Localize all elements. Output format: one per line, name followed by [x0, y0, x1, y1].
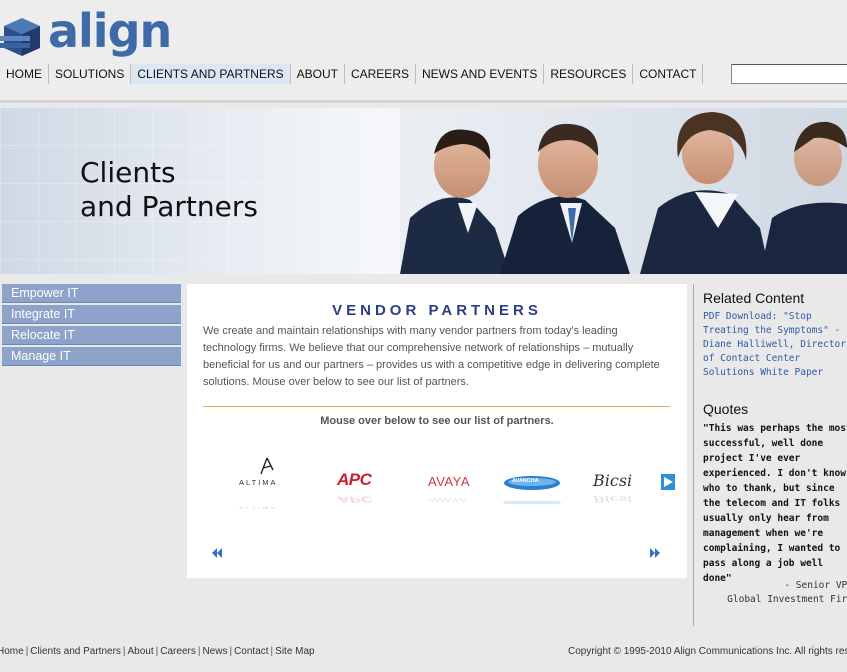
quote-attribution-title: - Senior VP, — [784, 580, 847, 591]
footer-link-careers[interactable]: Careers — [160, 646, 196, 657]
related-content-link[interactable]: PDF Download: "Stop Treating the Symptom… — [703, 310, 847, 380]
banner-title-line2: and Partners — [80, 190, 258, 223]
main-nav: HOME SOLUTIONS CLIENTS AND PARTNERS ABOU… — [0, 64, 704, 84]
carousel-prev-button[interactable] — [211, 546, 223, 562]
vendor-avaya-reflection: AVAYA — [428, 496, 468, 505]
vendor-next-partial[interactable] — [661, 452, 675, 512]
vendor-bicsi-label: Bicsi — [593, 471, 633, 490]
footer-links: Home | Clients and Partners | About | Careers |… — [0, 646, 315, 657]
vendor-altima-reflection: ALTIMA — [239, 505, 278, 511]
nav-solutions[interactable]: SOLUTIONS — [49, 64, 132, 84]
customer-quote: "This was perhaps the most successful, w… — [703, 423, 847, 584]
side-menu-empower-it[interactable]: Empower IT — [2, 284, 181, 303]
nav-resources[interactable]: RESOURCES — [544, 64, 634, 84]
section-divider — [203, 406, 670, 407]
search-input[interactable] — [731, 64, 847, 84]
vendor-altima-label: ALTIMA — [239, 478, 278, 487]
altima-symbol-icon — [260, 457, 274, 475]
mouse-over-hint: Mouse over below to see our list of part… — [320, 415, 554, 427]
double-left-arrow-icon — [212, 548, 222, 558]
right-column-divider — [693, 284, 694, 626]
vendor-apc-label: APC — [337, 470, 372, 489]
related-content-heading: Related Content — [703, 290, 805, 306]
section-title: VENDOR PARTNERS — [332, 302, 542, 319]
nav-news-and-events[interactable]: NEWS AND EVENTS — [416, 64, 545, 84]
quote-attribution: - Senior VP, Global Investment Firm — [703, 579, 847, 607]
vendor-avancha[interactable]: AVANCHA — [503, 452, 563, 512]
side-menu-relocate-it[interactable]: Relocate IT — [2, 326, 181, 345]
header: align HOME SOLUTIONS CLIENTS AND PARTNER… — [0, 0, 847, 104]
brand-name: align — [48, 4, 172, 58]
intro-paragraph: We create and maintain relationships wit… — [203, 325, 660, 388]
banner-title-line1: Clients — [80, 156, 176, 189]
quotes-heading: Quotes — [703, 401, 749, 417]
vendor-bicsi[interactable]: Bicsi Bicsi — [593, 452, 643, 512]
page-banner: Clients and Partners — [0, 108, 847, 274]
footer-link-site-map[interactable]: Site Map — [275, 646, 314, 657]
carousel-next-button[interactable] — [649, 546, 661, 562]
align-cube-icon — [0, 18, 40, 56]
copyright-notice: Copyright © 1995-2010 Align Communicatio… — [568, 646, 847, 657]
nav-clients-and-partners[interactable]: CLIENTS AND PARTNERS — [131, 64, 291, 84]
vendor-altima[interactable]: ALTIMA ALTIMA — [237, 452, 297, 512]
vendor-bicsi-reflection: Bicsi — [593, 494, 633, 505]
business-people-photo — [400, 108, 847, 274]
footer-link-news[interactable]: News — [202, 646, 227, 657]
side-menu-manage-it[interactable]: Manage IT — [2, 347, 181, 366]
vendor-logo-carousel[interactable]: ALTIMA ALTIMA APC APC AVAYA AVAYA AVANCH… — [207, 452, 675, 522]
footer-link-clients-and-partners[interactable]: Clients and Partners — [30, 646, 121, 657]
nav-contact[interactable]: CONTACT — [633, 64, 704, 84]
nav-careers[interactable]: CAREERS — [345, 64, 416, 84]
footer-link-contact[interactable]: Contact — [234, 646, 268, 657]
side-menu-integrate-it[interactable]: Integrate IT — [2, 305, 181, 324]
partial-vendor-icon — [661, 474, 675, 490]
nav-home[interactable]: HOME — [0, 64, 49, 84]
vendor-avancha-reflection — [503, 501, 561, 504]
main-content: VENDOR PARTNERS We create and maintain r… — [187, 284, 687, 578]
vendor-avancha-label: AVANCHA — [512, 478, 539, 484]
footer-link-about[interactable]: About — [128, 646, 154, 657]
double-right-arrow-icon — [650, 548, 660, 558]
align-logo[interactable]: align — [0, 4, 172, 62]
side-menu: Empower IT Integrate IT Relocate IT Mana… — [2, 284, 181, 368]
nav-about[interactable]: ABOUT — [291, 64, 345, 84]
quote-attribution-org: Global Investment Firm — [727, 594, 847, 605]
banner-title: Clients and Partners — [80, 156, 258, 224]
header-divider — [0, 100, 847, 103]
vendor-apc[interactable]: APC APC — [337, 452, 387, 512]
vendor-avaya[interactable]: AVAYA AVAYA — [428, 452, 478, 512]
vendor-apc-reflection: APC — [337, 494, 373, 505]
footer-link-home[interactable]: Home — [0, 646, 24, 657]
vendor-avaya-label: AVAYA — [428, 474, 470, 489]
